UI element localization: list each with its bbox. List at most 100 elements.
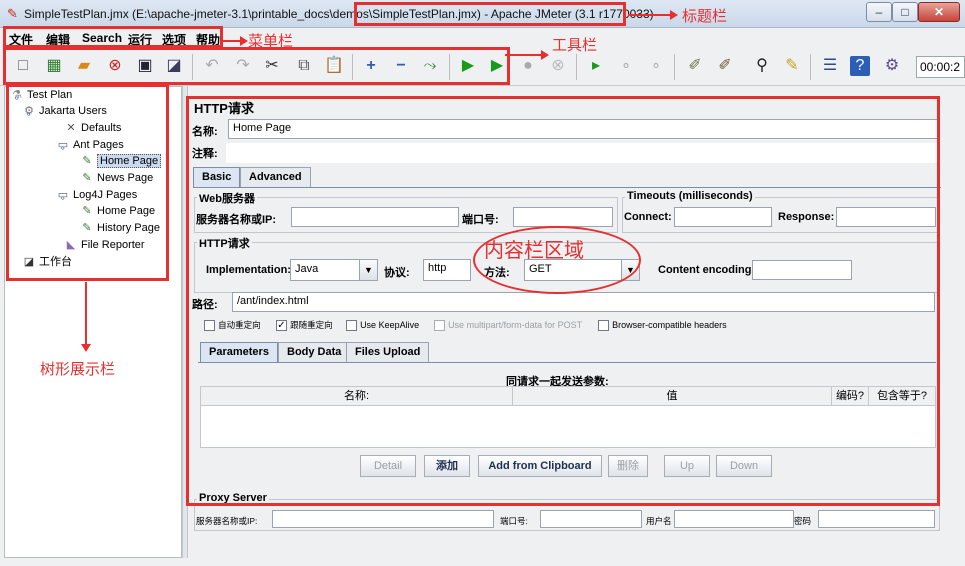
params-table[interactable]: 名称: 值 编码? 包含等于? [200,386,936,448]
stop-icon[interactable]: ● [516,54,540,78]
tab-basic[interactable]: Basic [193,167,241,187]
timeouts-title: Timeouts (milliseconds) [625,190,755,202]
column-header-value[interactable]: 值 [513,387,832,406]
reset-search-icon[interactable]: ✎ [780,54,804,78]
menu-edit[interactable]: 编辑 [46,31,70,48]
templates-icon[interactable]: ▦ [42,54,66,78]
tree-node-home-page-log4j[interactable]: ✎ Home Page [79,203,155,219]
comment-input[interactable] [226,143,940,163]
expand-icon[interactable]: + [359,54,383,78]
toolbar-separator [576,54,577,80]
window-title: SimpleTestPlan.jmx (E:\apache-jmeter-3.1… [24,7,654,21]
menu-options[interactable]: 选项 [162,31,186,48]
tree-node-home-page-ant[interactable]: ✎ Home Page [79,153,162,169]
tab-files-upload[interactable]: Files Upload [346,342,430,362]
paste-icon[interactable]: 📋 [322,54,346,78]
proxy-server-input[interactable] [272,510,494,528]
tree-node-jakarta-users[interactable]: ⚙ Jakarta Users [21,103,107,119]
toolbar-separator [674,54,675,80]
server-input[interactable] [291,207,459,227]
redo-icon[interactable]: ↷ [231,54,255,78]
encoding-input[interactable] [752,260,852,280]
checkbox-box[interactable] [204,319,215,331]
check-icon[interactable]: ✓ [276,319,287,331]
menu-search[interactable]: Search [82,31,122,45]
expand-toggle-icon[interactable]: ⚬ [59,143,67,154]
collapse-icon[interactable]: − [389,54,413,78]
proxy-user-label: 用户名 [646,516,672,526]
close-file-icon[interactable]: ⊗ [103,54,127,78]
column-header-encode[interactable]: 编码? [832,387,869,406]
tab-parameters[interactable]: Parameters [200,342,278,362]
maximize-button[interactable]: □ [892,2,918,22]
checkbox-box[interactable] [598,319,609,331]
menu-file[interactable]: 文件 [9,31,33,48]
undo-icon[interactable]: ↶ [200,54,224,78]
save-as-icon[interactable]: ◪ [162,54,186,78]
tree-node-workbench[interactable]: ◪ 工作台 [21,254,72,270]
detail-button[interactable]: Detail [360,455,416,477]
delete-button[interactable]: 删除 [608,455,648,477]
menu-run[interactable]: 运行 [128,31,152,48]
toggle-icon[interactable]: ⤳ [418,54,442,78]
clear-icon[interactable]: ✐ [683,54,707,78]
port-input[interactable] [513,207,613,227]
protocol-input[interactable]: http [423,259,471,281]
column-header-name[interactable]: 名称: [201,387,513,406]
path-input[interactable]: /ant/index.html [232,292,935,312]
up-button[interactable]: Up [664,455,710,477]
help-icon[interactable]: ? [850,56,870,76]
tree-node-file-reporter[interactable]: ◣ File Reporter [63,237,145,253]
save-icon[interactable]: ▣ [133,54,157,78]
remote-start-icon[interactable]: ▸ [584,54,608,78]
search-icon[interactable]: ⚲ [750,54,774,78]
checkbox-box[interactable] [434,319,445,331]
checkbox-browser-headers[interactable]: Browser-compatible headers [598,319,727,331]
tab-advanced[interactable]: Advanced [240,167,311,187]
response-input[interactable] [836,207,936,227]
expand-toggle-icon[interactable]: ⚬ [25,109,33,120]
cut-icon[interactable]: ✂ [260,54,284,78]
function-helper-icon[interactable]: ☰ [818,54,842,78]
clear-all-icon[interactable]: ✐ [713,54,737,78]
proxy-password-input[interactable] [818,510,935,528]
add-button[interactable]: 添加 [424,455,470,477]
copy-icon[interactable]: ⧉ [292,54,316,78]
tree-node-news-page[interactable]: ✎ News Page [79,170,153,186]
tree-node-defaults[interactable]: ✕ Defaults [63,120,121,136]
start-icon[interactable]: ▶ [456,54,480,78]
arrow-icon [81,282,91,352]
connect-input[interactable] [674,207,772,227]
checkbox-box[interactable] [346,319,357,331]
open-icon[interactable]: ▰ [72,54,96,78]
checkbox-follow-redirect[interactable]: ✓ 跟随重定向 [276,319,333,331]
new-icon[interactable]: □ [11,54,35,78]
checkbox-auto-redirect[interactable]: 自动重定向 [204,319,261,331]
menu-help[interactable]: 帮助 [196,31,220,48]
proxy-port-input[interactable] [540,510,642,528]
expand-toggle-icon[interactable]: ⚬ [13,93,21,104]
close-button[interactable]: ✕ [918,2,960,22]
settings-icon[interactable]: ⚙ [880,54,904,78]
tab-divider [193,187,941,188]
tree-node-log4j-pages[interactable]: ▭ Log4J Pages [55,187,137,203]
tab-body-data[interactable]: Body Data [278,342,351,362]
implementation-select[interactable]: Java ▼ [290,259,378,281]
down-button[interactable]: Down [716,455,772,477]
menu-bar: 文件 编辑 Search 运行 选项 帮助 [0,28,965,48]
expand-toggle-icon[interactable]: ⚬ [59,193,67,204]
column-header-include-equals[interactable]: 包含等于? [869,387,935,406]
name-input[interactable]: Home Page [228,119,940,139]
shutdown-icon[interactable]: ⊗ [546,54,570,78]
remote-stop-icon[interactable]: ∘ [614,54,638,78]
checkbox-multipart[interactable]: Use multipart/form-data for POST [434,319,582,331]
proxy-user-input[interactable] [674,510,794,528]
start-no-pause-icon[interactable]: ▶ [485,54,509,78]
remote-shutdown-icon[interactable]: ∘ [644,54,668,78]
checkbox-keepalive[interactable]: Use KeepAlive [346,319,419,331]
proxy-port-label: 端口号: [500,516,528,526]
add-from-clipboard-button[interactable]: Add from Clipboard [478,455,602,477]
menubar-annotation-label: 菜单栏 [248,33,294,50]
tree-node-history-page[interactable]: ✎ History Page [79,220,160,236]
minimize-button[interactable]: – [866,2,892,22]
